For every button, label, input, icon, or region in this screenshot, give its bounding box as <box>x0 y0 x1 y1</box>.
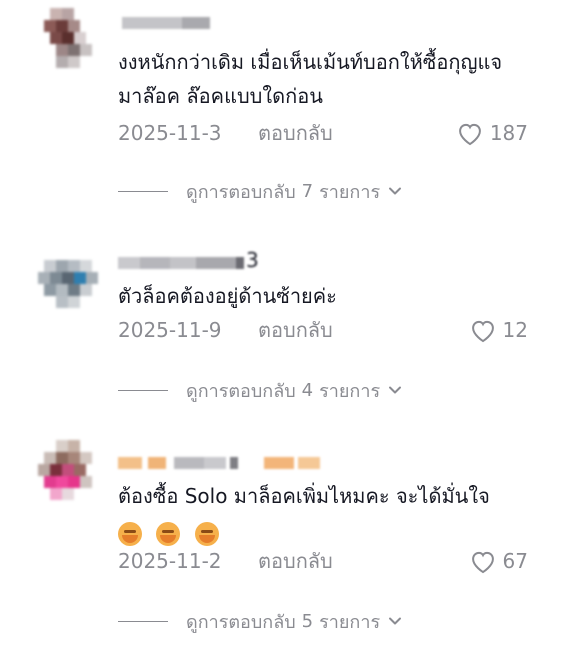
comment-item: งงหนักกว่าเดิม เมื่อเห็นเม้นท์บอกให้ซื้อ… <box>0 0 576 215</box>
smiling-face-with-hand-over-mouth-icon <box>118 521 142 546</box>
smiling-face-with-hand-over-mouth-icon <box>194 521 219 546</box>
heart-icon <box>471 320 494 343</box>
heart-icon <box>471 551 494 574</box>
username[interactable]: 3 <box>118 248 278 274</box>
view-replies-label: ดูการตอบกลับ <box>186 181 296 203</box>
comment-item: ต้องซื้อ Solo มาล็อคเพิ่มไหมคะ จะได้มั่น… <box>0 415 576 657</box>
like-button[interactable]: 187 <box>456 118 528 148</box>
username-tail: 3 <box>246 248 259 272</box>
comment-date: 2025-11-9 <box>118 318 222 342</box>
like-button[interactable]: 12 <box>469 315 528 345</box>
comment-text-line: ต้องซื้อ Solo มาล็อคเพิ่มไหมคะ จะได้มั่น… <box>118 484 490 508</box>
view-replies-suffix: รายการ <box>319 611 381 633</box>
comment-text: งงหนักกว่าเดิม เมื่อเห็นเม้นท์บอกให้ซื้อ… <box>118 50 503 108</box>
view-replies-button[interactable]: ดูการตอบกลับ 7 รายการ <box>118 177 404 205</box>
reply-count: 4 <box>301 379 314 401</box>
like-count: 67 <box>502 549 528 573</box>
chevron-down-icon <box>389 617 402 625</box>
reply-button[interactable]: ตอบกลับ <box>258 118 333 148</box>
reply-button[interactable]: ตอบกลับ <box>258 315 333 345</box>
view-replies-label: ดูการตอบกลับ <box>186 611 296 633</box>
username[interactable] <box>118 12 278 34</box>
divider <box>118 620 168 622</box>
heart-icon <box>458 123 481 146</box>
divider <box>118 190 168 192</box>
comment-text: ต้องซื้อ Solo มาล็อคเพิ่มไหมคะ จะได้มั่น… <box>118 479 548 549</box>
reply-count: 5 <box>301 610 314 632</box>
comment-meta: 2025-11-3 ตอบกลับ 187 <box>118 118 528 148</box>
comment-text: ตัวล็อคต้องอยู่ด้านซ้ายค่ะ <box>118 284 337 308</box>
emoji-row <box>118 515 548 549</box>
avatar[interactable] <box>32 248 100 316</box>
comment-meta: 2025-11-9 ตอบกลับ 12 <box>118 315 528 345</box>
username[interactable] <box>118 452 328 474</box>
chevron-down-icon <box>389 386 402 394</box>
comment-item: 3 ตัวล็อคต้องอยู่ด้านซ้ายค่ะ 2025-11-9 ต… <box>0 215 576 415</box>
like-button[interactable]: 67 <box>469 546 528 576</box>
divider <box>118 389 168 391</box>
comment-date: 2025-11-2 <box>118 549 222 573</box>
view-replies-button[interactable]: ดูการตอบกลับ 4 รายการ <box>118 376 404 404</box>
reply-button[interactable]: ตอบกลับ <box>258 546 333 576</box>
chevron-down-icon <box>389 187 402 195</box>
avatar[interactable] <box>32 8 100 76</box>
view-replies-suffix: รายการ <box>319 181 381 203</box>
smiling-face-with-hand-over-mouth-icon <box>156 521 181 546</box>
like-count: 187 <box>489 121 528 145</box>
view-replies-suffix: รายการ <box>319 380 381 402</box>
comment-date: 2025-11-3 <box>118 121 222 145</box>
reply-count: 7 <box>301 180 314 202</box>
comment-meta: 2025-11-2 ตอบกลับ 67 <box>118 546 528 576</box>
view-replies-button[interactable]: ดูการตอบกลับ 5 รายการ <box>118 607 404 635</box>
avatar[interactable] <box>32 440 100 508</box>
like-count: 12 <box>502 318 528 342</box>
view-replies-label: ดูการตอบกลับ <box>186 380 296 402</box>
